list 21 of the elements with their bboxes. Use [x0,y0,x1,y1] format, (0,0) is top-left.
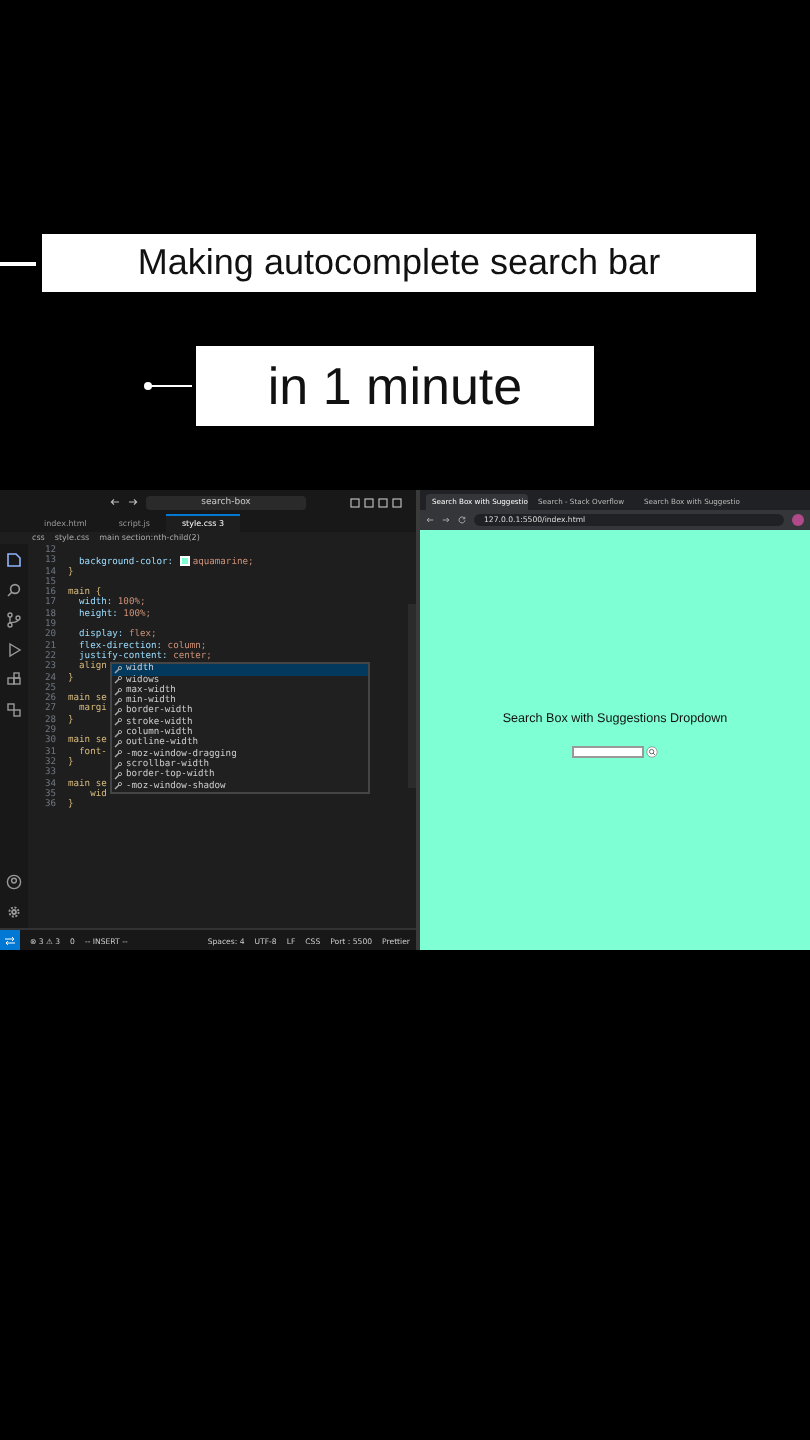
profile-icon[interactable] [792,514,804,526]
search-icon[interactable] [646,746,658,758]
branch-icon[interactable] [6,612,22,628]
files-icon[interactable] [6,552,22,568]
back-icon[interactable] [426,516,434,524]
forward-icon[interactable] [442,516,450,524]
caption: Making autocomplete search bar [42,234,756,292]
reload-icon[interactable] [458,516,466,524]
forward-icon[interactable] [128,498,138,506]
search-field[interactable] [572,746,644,758]
leader-line [0,261,36,265]
layout-icons[interactable] [350,497,402,507]
run-icon[interactable] [6,642,22,658]
account-icon[interactable] [6,874,22,890]
settings-icon[interactable] [6,904,22,920]
leader-line [144,382,192,390]
caption: in 1 minute [196,346,594,426]
remote-icon[interactable] [6,702,22,718]
back-icon[interactable] [110,498,120,506]
search-icon[interactable] [6,582,22,598]
extensions-icon[interactable] [6,672,22,688]
